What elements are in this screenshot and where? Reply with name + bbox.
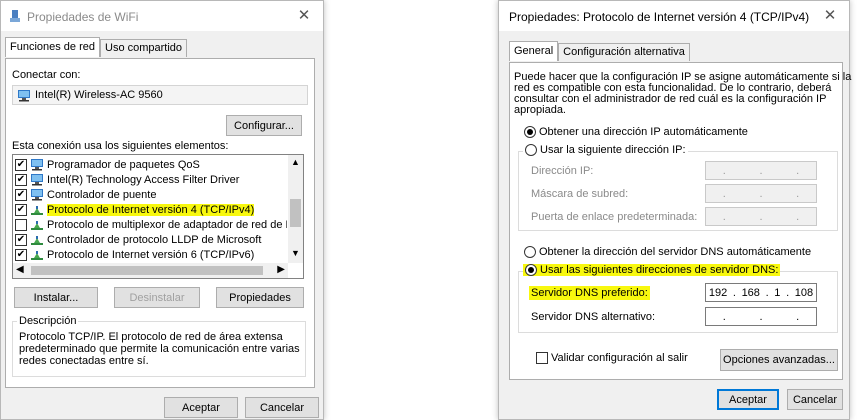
- description-group: Descripción Protocolo TCP/IP. El protoco…: [12, 315, 306, 377]
- list-item-label: Protocolo de multiplexor de adaptador de…: [47, 218, 287, 231]
- checkbox-checked-icon[interactable]: ✔: [15, 158, 27, 171]
- adapter-field: Intel(R) Wireless-AC 9560: [12, 85, 308, 105]
- checkbox-checked-icon[interactable]: ✔: [15, 248, 27, 261]
- auto-ip-label: Obtener una dirección IP automáticamente: [539, 126, 748, 138]
- auto-dns-label: Obtener la dirección del servidor DNS au…: [539, 246, 812, 258]
- description-line-1: Protocolo TCP/IP. El protocolo de red de…: [19, 331, 283, 343]
- description-line-3: redes conectadas entre sí.: [19, 355, 149, 367]
- scroll-down-icon[interactable]: ▼: [291, 248, 300, 258]
- intro-line-4: apropiada.: [514, 104, 566, 116]
- adapter-name: Intel(R) Wireless-AC 9560: [35, 89, 163, 101]
- list-vertical-scrollbar[interactable]: ▲ ▼: [288, 155, 303, 263]
- subnet-mask-field: ...: [705, 184, 817, 203]
- wifi-tab-panel: Conectar con: Intel(R) Wireless-AC 9560 …: [5, 58, 315, 388]
- ip-address-label: Dirección IP:: [531, 165, 594, 177]
- wifi-title-bar: Propiedades de WiFi ✕: [1, 1, 323, 31]
- checkbox-unchecked-icon: [536, 352, 548, 364]
- network-protocol-icon: [30, 219, 44, 230]
- wifi-close-icon[interactable]: ✕: [295, 7, 313, 25]
- manual-ip-radio[interactable]: Usar la siguiente dirección IP:: [523, 144, 688, 156]
- uninstall-button: Desinstalar: [114, 287, 200, 308]
- ipv4-properties-window: Propiedades: Protocolo de Internet versi…: [498, 0, 851, 420]
- scroll-right-icon[interactable]: ▶: [277, 264, 285, 275]
- network-adapter-icon: [17, 89, 31, 101]
- tab-general[interactable]: General: [509, 41, 559, 61]
- validate-label: Validar configuración al salir: [551, 352, 688, 364]
- radio-off-icon: [524, 246, 536, 258]
- advanced-options-button[interactable]: Opciones avanzadas...: [720, 349, 838, 371]
- subnet-mask-label: Máscara de subred:: [531, 188, 629, 200]
- list-item[interactable]: ✔ Controlador de puente: [15, 187, 156, 202]
- radio-on-icon: [525, 264, 537, 276]
- ipv4-window-title: Propiedades: Protocolo de Internet versi…: [509, 10, 810, 24]
- scroll-thumb[interactable]: [290, 199, 301, 227]
- preferred-dns-field[interactable]: 192. 168. 1. 108: [705, 283, 817, 302]
- description-line-2: predeterminado que permite la comunicaci…: [19, 343, 300, 355]
- properties-button[interactable]: Propiedades: [216, 287, 304, 308]
- network-service-icon: [30, 159, 44, 171]
- network-protocol-icon: [30, 249, 44, 260]
- list-item[interactable]: ✔ Programador de paquetes QoS: [15, 157, 200, 172]
- install-button[interactable]: Instalar...: [14, 287, 98, 308]
- ipv4-tab-panel: Puede hacer que la configuración IP se a…: [509, 62, 851, 380]
- checkbox-checked-icon[interactable]: ✔: [15, 233, 27, 246]
- ipv4-cancel-button[interactable]: Cancelar: [787, 389, 843, 410]
- radio-on-icon: [524, 126, 536, 138]
- gateway-label: Puerta de enlace predeterminada:: [531, 211, 698, 223]
- list-item-label: Programador de paquetes QoS: [47, 158, 200, 171]
- auto-dns-radio[interactable]: Obtener la dirección del servidor DNS au…: [524, 246, 811, 258]
- scroll-left-icon[interactable]: ◀: [16, 264, 24, 275]
- network-service-icon: [30, 174, 44, 186]
- list-item-label: Controlador de protocolo LLDP de Microso…: [47, 233, 262, 246]
- checkbox-checked-icon[interactable]: ✔: [15, 203, 27, 216]
- list-item-label: Controlador de puente: [47, 188, 157, 201]
- manual-dns-radio[interactable]: Usar las siguientes direcciones de servi…: [523, 264, 781, 276]
- checkbox-checked-icon[interactable]: ✔: [15, 173, 27, 186]
- list-item[interactable]: ✔ Protocolo de Internet versión 4 (TCP/IP…: [15, 202, 255, 217]
- ipv4-close-icon[interactable]: ✕: [821, 7, 839, 25]
- ipv4-accept-button[interactable]: Aceptar: [717, 389, 779, 410]
- tab-configuracion-alternativa[interactable]: Configuración alternativa: [558, 43, 690, 61]
- h-scroll-thumb[interactable]: [31, 266, 263, 275]
- components-list[interactable]: ✔ Programador de paquetes QoS ✔ Intel(R) Te…: [12, 154, 304, 279]
- list-item[interactable]: ✔ Protocolo de Internet versión 6 (TCP/IP…: [15, 247, 254, 262]
- wifi-window-title: Propiedades de WiFi: [27, 10, 139, 24]
- ipv4-title-bar: Propiedades: Protocolo de Internet versi…: [499, 1, 849, 31]
- manual-ip-label: Usar la siguiente dirección IP:: [540, 144, 686, 156]
- alternate-dns-label: Servidor DNS alternativo:: [531, 311, 656, 323]
- dns-group-box: Usar las siguientes direcciones de servi…: [518, 264, 838, 333]
- gateway-field: ...: [705, 207, 817, 226]
- list-item[interactable]: Protocolo de multiplexor de adaptador de…: [15, 217, 287, 232]
- list-horizontal-scrollbar[interactable]: ◀ ▶: [13, 263, 288, 278]
- validate-checkbox[interactable]: Validar configuración al salir: [536, 352, 688, 364]
- ip-group-box: Usar la siguiente dirección IP: Direcció…: [518, 144, 838, 231]
- auto-ip-radio[interactable]: Obtener una dirección IP automáticamente: [524, 126, 748, 138]
- description-label: Descripción: [17, 315, 79, 327]
- list-item-label: Protocolo de Internet versión 4 (TCP/IPv…: [47, 203, 255, 216]
- checkbox-checked-icon[interactable]: ✔: [15, 188, 27, 201]
- list-item-label: Intel(R) Technology Access Filter Driver: [47, 173, 240, 186]
- radio-off-icon: [525, 144, 537, 156]
- preferred-dns-label: Servidor DNS preferido:: [529, 286, 650, 300]
- checkbox-unchecked-icon[interactable]: [15, 218, 27, 231]
- wifi-properties-window: Propiedades de WiFi ✕ Funciones de red U…: [0, 0, 324, 420]
- tab-uso-compartido[interactable]: Uso compartido: [100, 39, 188, 57]
- list-item[interactable]: ✔ Controlador de protocolo LLDP de Micros…: [15, 232, 261, 247]
- configure-button[interactable]: Configurar...: [226, 115, 302, 136]
- items-label: Esta conexión usa los siguientes element…: [12, 140, 229, 152]
- alternate-dns-field[interactable]: ...: [705, 307, 817, 326]
- tab-funciones-de-red[interactable]: Funciones de red: [5, 37, 100, 57]
- ip-address-field: ...: [705, 161, 817, 180]
- network-service-icon: [30, 189, 44, 201]
- network-protocol-icon: [30, 204, 44, 215]
- list-item[interactable]: ✔ Intel(R) Technology Access Filter Drive…: [15, 172, 239, 187]
- scroll-up-icon[interactable]: ▲: [291, 157, 300, 167]
- wifi-adapter-icon: [9, 9, 21, 23]
- connect-with-label: Conectar con:: [12, 69, 81, 81]
- manual-dns-label: Usar las siguientes direcciones de servi…: [540, 264, 779, 276]
- wifi-cancel-button[interactable]: Cancelar: [245, 397, 319, 418]
- list-item-label: Protocolo de Internet versión 6 (TCP/IPv…: [47, 248, 255, 261]
- wifi-accept-button[interactable]: Aceptar: [164, 397, 238, 418]
- network-protocol-icon: [30, 234, 44, 245]
